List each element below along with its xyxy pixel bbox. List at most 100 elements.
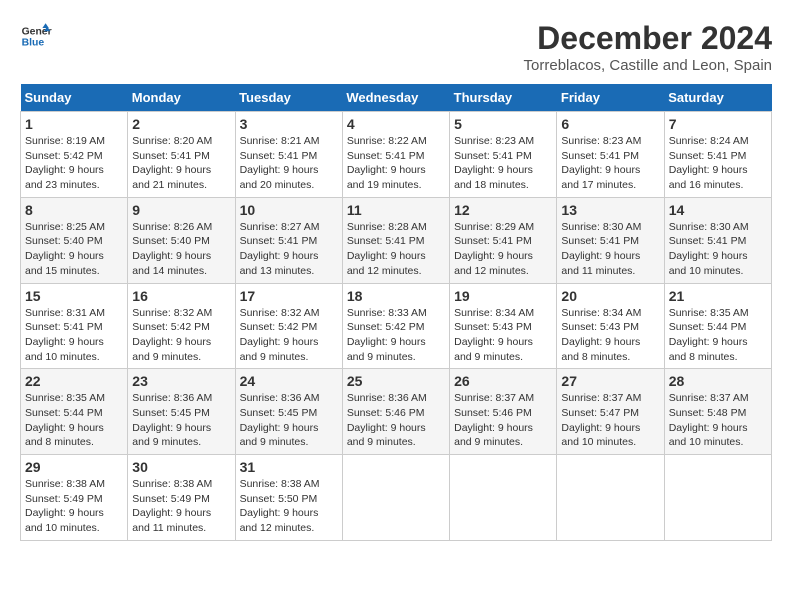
day-info: Sunrise: 8:37 AMSunset: 5:46 PMDaylight:…: [454, 391, 552, 450]
calendar-header-thursday: Thursday: [450, 84, 557, 112]
day-info: Sunrise: 8:31 AMSunset: 5:41 PMDaylight:…: [25, 306, 123, 365]
day-info: Sunrise: 8:34 AMSunset: 5:43 PMDaylight:…: [561, 306, 659, 365]
day-info: Sunrise: 8:29 AMSunset: 5:41 PMDaylight:…: [454, 220, 552, 279]
calendar-cell: 3 Sunrise: 8:21 AMSunset: 5:41 PMDaylight…: [235, 112, 342, 198]
logo-icon: General Blue: [20, 20, 52, 52]
day-info: Sunrise: 8:36 AMSunset: 5:45 PMDaylight:…: [240, 391, 338, 450]
day-number: 14: [669, 202, 767, 218]
day-info: Sunrise: 8:21 AMSunset: 5:41 PMDaylight:…: [240, 134, 338, 193]
calendar-cell: 11 Sunrise: 8:28 AMSunset: 5:41 PMDayligh…: [342, 197, 449, 283]
day-info: Sunrise: 8:35 AMSunset: 5:44 PMDaylight:…: [25, 391, 123, 450]
day-info: Sunrise: 8:37 AMSunset: 5:47 PMDaylight:…: [561, 391, 659, 450]
calendar-header-row: SundayMondayTuesdayWednesdayThursdayFrid…: [21, 84, 772, 112]
day-number: 15: [25, 288, 123, 304]
calendar-cell: 21Sunrise: 8:35 AMSunset: 5:44 PMDayligh…: [664, 283, 771, 369]
day-info: Sunrise: 8:19 AMSunset: 5:42 PMDaylight:…: [25, 134, 123, 193]
calendar-cell: 1 Sunrise: 8:19 AMSunset: 5:42 PMDaylight…: [21, 112, 128, 198]
day-number: 28: [669, 373, 767, 389]
day-info: Sunrise: 8:26 AMSunset: 5:40 PMDaylight:…: [132, 220, 230, 279]
calendar-cell: [450, 455, 557, 541]
calendar-week-row: 29 Sunrise: 8:38 AMSunset: 5:49 PMDayligh…: [21, 455, 772, 541]
day-info: Sunrise: 8:24 AMSunset: 5:41 PMDaylight:…: [669, 134, 767, 193]
day-number: 19: [454, 288, 552, 304]
day-number: 31: [240, 459, 338, 475]
calendar-cell: 20 Sunrise: 8:34 AMSunset: 5:43 PMDayligh…: [557, 283, 664, 369]
day-number: 3: [240, 116, 338, 132]
day-number: 2: [132, 116, 230, 132]
day-number: 29: [25, 459, 123, 475]
calendar-header-saturday: Saturday: [664, 84, 771, 112]
calendar-cell: 15 Sunrise: 8:31 AMSunset: 5:41 PMDayligh…: [21, 283, 128, 369]
day-info: Sunrise: 8:20 AMSunset: 5:41 PMDaylight:…: [132, 134, 230, 193]
calendar-week-row: 1 Sunrise: 8:19 AMSunset: 5:42 PMDaylight…: [21, 112, 772, 198]
calendar-cell: 31 Sunrise: 8:38 AMSunset: 5:50 PMDayligh…: [235, 455, 342, 541]
day-number: 22: [25, 373, 123, 389]
day-info: Sunrise: 8:32 AMSunset: 5:42 PMDaylight:…: [132, 306, 230, 365]
page-title: December 2024: [524, 20, 772, 57]
day-info: Sunrise: 8:36 AMSunset: 5:46 PMDaylight:…: [347, 391, 445, 450]
day-number: 11: [347, 202, 445, 218]
day-info: Sunrise: 8:35 AMSunset: 5:44 PMDaylight:…: [669, 306, 767, 365]
day-info: Sunrise: 8:37 AMSunset: 5:48 PMDaylight:…: [669, 391, 767, 450]
day-info: Sunrise: 8:33 AMSunset: 5:42 PMDaylight:…: [347, 306, 445, 365]
calendar-table: SundayMondayTuesdayWednesdayThursdayFrid…: [20, 84, 772, 541]
calendar-cell: 14 Sunrise: 8:30 AMSunset: 5:41 PMDayligh…: [664, 197, 771, 283]
day-number: 25: [347, 373, 445, 389]
calendar-cell: [557, 455, 664, 541]
day-number: 26: [454, 373, 552, 389]
calendar-header-monday: Monday: [128, 84, 235, 112]
calendar-cell: [342, 455, 449, 541]
header: General Blue December 2024 Torreblacos, …: [20, 20, 772, 74]
day-info: Sunrise: 8:23 AMSunset: 5:41 PMDaylight:…: [561, 134, 659, 193]
day-info: Sunrise: 8:28 AMSunset: 5:41 PMDaylight:…: [347, 220, 445, 279]
calendar-cell: 13Sunrise: 8:30 AMSunset: 5:41 PMDayligh…: [557, 197, 664, 283]
calendar-week-row: 22 Sunrise: 8:35 AMSunset: 5:44 PMDayligh…: [21, 369, 772, 455]
calendar-cell: 28 Sunrise: 8:37 AMSunset: 5:48 PMDayligh…: [664, 369, 771, 455]
day-info: Sunrise: 8:25 AMSunset: 5:40 PMDaylight:…: [25, 220, 123, 279]
day-number: 1: [25, 116, 123, 132]
page-subtitle: Torreblacos, Castille and Leon, Spain: [524, 57, 772, 74]
day-number: 27: [561, 373, 659, 389]
calendar-body: 1 Sunrise: 8:19 AMSunset: 5:42 PMDaylight…: [21, 112, 772, 541]
day-number: 7: [669, 116, 767, 132]
day-info: Sunrise: 8:38 AMSunset: 5:49 PMDaylight:…: [132, 477, 230, 536]
day-number: 8: [25, 202, 123, 218]
day-number: 4: [347, 116, 445, 132]
day-number: 18: [347, 288, 445, 304]
calendar-cell: 26 Sunrise: 8:37 AMSunset: 5:46 PMDayligh…: [450, 369, 557, 455]
calendar-week-row: 8 Sunrise: 8:25 AMSunset: 5:40 PMDaylight…: [21, 197, 772, 283]
calendar-week-row: 15 Sunrise: 8:31 AMSunset: 5:41 PMDayligh…: [21, 283, 772, 369]
calendar-header-sunday: Sunday: [21, 84, 128, 112]
calendar-cell: 6 Sunrise: 8:23 AMSunset: 5:41 PMDaylight…: [557, 112, 664, 198]
day-info: Sunrise: 8:22 AMSunset: 5:41 PMDaylight:…: [347, 134, 445, 193]
day-info: Sunrise: 8:34 AMSunset: 5:43 PMDaylight:…: [454, 306, 552, 365]
day-number: 20: [561, 288, 659, 304]
calendar-header-friday: Friday: [557, 84, 664, 112]
day-info: Sunrise: 8:30 AMSunset: 5:41 PMDaylight:…: [669, 220, 767, 279]
logo: General Blue: [20, 20, 52, 52]
day-number: 6: [561, 116, 659, 132]
day-info: Sunrise: 8:36 AMSunset: 5:45 PMDaylight:…: [132, 391, 230, 450]
day-info: Sunrise: 8:27 AMSunset: 5:41 PMDaylight:…: [240, 220, 338, 279]
day-number: 30: [132, 459, 230, 475]
day-info: Sunrise: 8:23 AMSunset: 5:41 PMDaylight:…: [454, 134, 552, 193]
calendar-cell: 4 Sunrise: 8:22 AMSunset: 5:41 PMDaylight…: [342, 112, 449, 198]
calendar-cell: 27 Sunrise: 8:37 AMSunset: 5:47 PMDayligh…: [557, 369, 664, 455]
calendar-cell: 5Sunrise: 8:23 AMSunset: 5:41 PMDaylight…: [450, 112, 557, 198]
day-number: 9: [132, 202, 230, 218]
calendar-cell: 29Sunrise: 8:38 AMSunset: 5:49 PMDayligh…: [21, 455, 128, 541]
calendar-cell: 7 Sunrise: 8:24 AMSunset: 5:41 PMDaylight…: [664, 112, 771, 198]
calendar-cell: 24Sunrise: 8:36 AMSunset: 5:45 PMDayligh…: [235, 369, 342, 455]
day-info: Sunrise: 8:32 AMSunset: 5:42 PMDaylight:…: [240, 306, 338, 365]
calendar-cell: 2 Sunrise: 8:20 AMSunset: 5:41 PMDaylight…: [128, 112, 235, 198]
calendar-cell: 9 Sunrise: 8:26 AMSunset: 5:40 PMDaylight…: [128, 197, 235, 283]
calendar-cell: 17 Sunrise: 8:32 AMSunset: 5:42 PMDayligh…: [235, 283, 342, 369]
day-number: 17: [240, 288, 338, 304]
day-number: 12: [454, 202, 552, 218]
calendar-cell: 18 Sunrise: 8:33 AMSunset: 5:42 PMDayligh…: [342, 283, 449, 369]
day-number: 23: [132, 373, 230, 389]
day-number: 13: [561, 202, 659, 218]
day-number: 16: [132, 288, 230, 304]
day-info: Sunrise: 8:38 AMSunset: 5:50 PMDaylight:…: [240, 477, 338, 536]
title-block: December 2024 Torreblacos, Castille and …: [524, 20, 772, 74]
